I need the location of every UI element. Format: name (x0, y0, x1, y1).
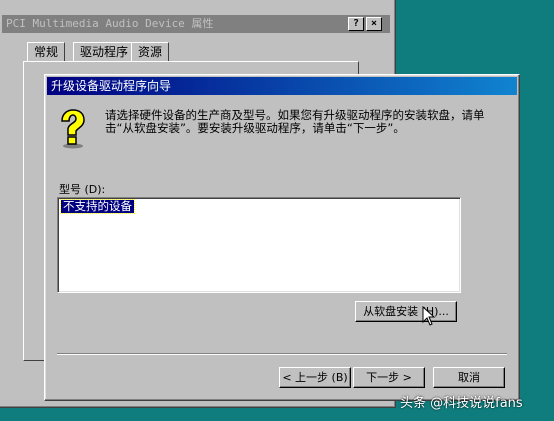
wizard-instruction: 请选择硬件设备的生产商及型号。如果您有升级驱动程序的安装软盘，请单击“从软盘安装… (105, 108, 485, 135)
mouse-pointer-icon (422, 305, 436, 331)
properties-title: PCI Multimedia Audio Device 属性 (6, 17, 214, 30)
next-button[interactable]: 下一步 > (353, 367, 425, 388)
model-label: 型号 (D): (59, 183, 106, 196)
question-icon (55, 109, 89, 149)
have-disk-button[interactable]: 从软盘安装 (H)... (355, 301, 457, 322)
wizard-titlebar[interactable]: 升级设备驱动程序向导 (47, 77, 517, 95)
back-button[interactable]: < 上一步 (B) (279, 367, 351, 388)
close-button[interactable]: × (366, 17, 382, 31)
help-button[interactable]: ? (348, 17, 364, 31)
model-listbox[interactable]: 不支持的设备 (57, 197, 461, 293)
watermark: 头条 @科技说说fans (400, 396, 523, 411)
update-driver-wizard: 升级设备驱动程序向导 请选择硬件设备的生产商及型号。如果您有升级驱动程序的安装软… (44, 74, 520, 401)
properties-titlebar[interactable]: PCI Multimedia Audio Device 属性 ? × (2, 15, 390, 33)
tab-general[interactable]: 常规 (27, 42, 66, 62)
divider (57, 353, 507, 355)
tab-driver[interactable]: 驱动程序 (73, 42, 136, 62)
wizard-title: 升级设备驱动程序向导 (51, 79, 172, 93)
cancel-button[interactable]: 取消 (433, 367, 505, 388)
tab-resources[interactable]: 资源 (131, 42, 170, 62)
list-item[interactable]: 不支持的设备 (60, 199, 135, 214)
